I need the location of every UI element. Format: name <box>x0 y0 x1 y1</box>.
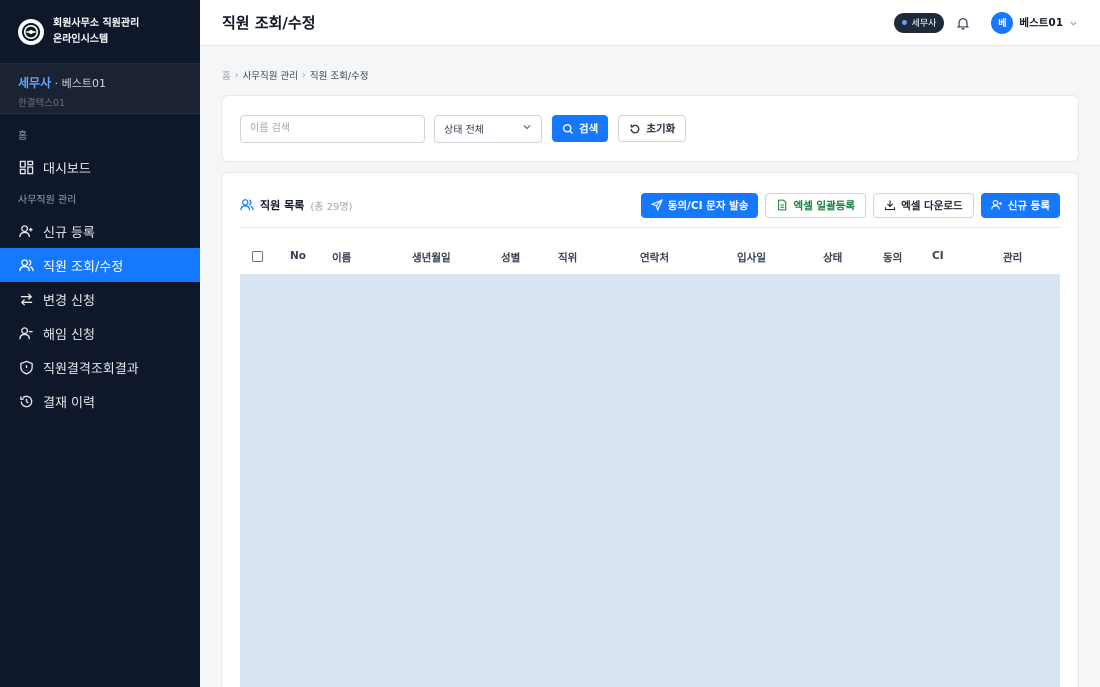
breadcrumb-current: 직원 조회/수정 <box>309 71 369 82</box>
sidebar-item-label: 해임 신청 <box>43 327 95 343</box>
sidebar-item-label: 대시보드 <box>43 161 91 177</box>
sidebar-item-dashboard[interactable]: 대시보드 <box>0 150 200 184</box>
excel-bulk-register-label: 엑셀 일괄등록 <box>793 199 856 212</box>
file-spreadsheet-icon <box>776 199 788 211</box>
nav-section-home: 홈 <box>18 131 28 142</box>
list-actions: 동의/CI 문자 발송 엑셀 일괄등록 엑셀 다운로드 신규 등록 <box>634 192 1060 218</box>
download-icon <box>884 199 896 211</box>
sidebar-item-approval-history[interactable]: 결재 이력 <box>0 384 200 418</box>
sidebar-item-disqualification-result[interactable]: 직원결격조회결과 <box>0 350 200 384</box>
user-minus-icon <box>18 325 34 341</box>
breadcrumb: 홈 › 사무직원 관리 › 직원 조회/수정 <box>222 68 369 83</box>
search-icon <box>562 123 574 135</box>
user-name: 베스트01 <box>61 77 106 90</box>
shield-icon <box>18 359 34 375</box>
divider <box>240 227 1060 228</box>
sidebar-item-label: 직원결격조회결과 <box>43 361 139 377</box>
send-consent-sms-label: 동의/CI 문자 발송 <box>667 199 749 212</box>
select-all-checkbox[interactable] <box>252 251 263 262</box>
status-select-value: 상태 전체 <box>444 125 484 136</box>
name-search-input[interactable] <box>240 114 425 143</box>
bell-icon[interactable] <box>955 15 971 31</box>
column-header-status[interactable]: 상태 <box>823 250 842 265</box>
sidebar-item-label: 변경 신청 <box>43 293 95 309</box>
excel-download-label: 엑셀 다운로드 <box>901 199 963 212</box>
list-header: 직원 목록 (총 29명) 동의/CI 문자 발송 엑셀 일괄등록 엑셀 다운로… <box>240 192 1060 218</box>
sidebar-item-label: 직원 조회/수정 <box>43 259 124 275</box>
new-register-button[interactable]: 신규 등록 <box>980 192 1060 218</box>
search-button[interactable]: 검색 <box>552 115 609 142</box>
chevron-down-icon <box>522 122 532 135</box>
sidebar-item-label: 결재 이력 <box>43 395 95 411</box>
refresh-icon <box>629 123 641 135</box>
profile-name: 베스트01 <box>1019 17 1063 29</box>
sidebar: 회원사무소 직원관리 온라인시스템 세무사 · 베스트01 한결택스01 홈 대… <box>0 0 200 687</box>
page-title: 직원 조회/수정 <box>222 14 316 32</box>
role-badge-label: 세무사 <box>911 19 937 29</box>
reset-button[interactable]: 초기화 <box>618 115 687 142</box>
user-plus-icon <box>990 199 1003 211</box>
list-title: 직원 목록 (총 29명) <box>240 197 352 213</box>
user-separator: · <box>54 77 59 90</box>
reset-button-label: 초기화 <box>646 123 676 135</box>
breadcrumb-section[interactable]: 사무직원 관리 <box>243 68 298 82</box>
column-header-contact[interactable]: 연락처 <box>640 250 669 265</box>
search-button-label: 검색 <box>579 123 599 135</box>
top-header: 직원 조회/수정 세무사 베 베스트01 <box>200 0 1100 46</box>
sidebar-item-change-request[interactable]: 변경 신청 <box>0 282 200 316</box>
column-header-manage: 관리 <box>1003 252 1023 264</box>
column-header-gender[interactable]: 성별 <box>501 250 520 265</box>
sidebar-item-dismiss-request[interactable]: 해임 신청 <box>0 316 200 350</box>
column-header-position[interactable]: 직위 <box>558 250 577 265</box>
brand-line2: 온라인시스템 <box>53 33 109 45</box>
column-header-no[interactable]: No <box>290 250 306 262</box>
column-header-birthdate[interactable]: 생년월일 <box>412 250 451 265</box>
avatar: 베 <box>991 11 1014 34</box>
staff-list-panel: 직원 목록 (총 29명) 동의/CI 문자 발송 엑셀 일괄등록 엑셀 다운로… <box>221 172 1079 687</box>
send-icon <box>650 199 663 211</box>
excel-download-button[interactable]: 엑셀 다운로드 <box>873 192 974 218</box>
brand-line1: 회원사무소 직원관리 <box>53 17 140 29</box>
user-role: 세무사 <box>18 76 52 90</box>
status-dot <box>901 20 907 25</box>
breadcrumb-home[interactable]: 홈 <box>222 68 231 82</box>
column-header-ci[interactable]: CI <box>932 250 944 262</box>
sidebar-item-staff-search[interactable]: 직원 조회/수정 <box>0 248 200 282</box>
user-office: 한결택스01 <box>18 98 66 109</box>
table-body-loading <box>240 274 1060 687</box>
users-icon <box>18 257 34 273</box>
sidebar-item-new-register[interactable]: 신규 등록 <box>0 214 200 248</box>
excel-bulk-register-button[interactable]: 엑셀 일괄등록 <box>765 192 867 218</box>
breadcrumb-separator-icon: › <box>302 69 306 81</box>
status-select[interactable]: 상태 전체 <box>434 114 542 143</box>
column-header-consent[interactable]: 동의 <box>883 250 902 265</box>
dashboard-icon <box>18 159 34 175</box>
users-icon <box>240 198 254 212</box>
history-icon <box>18 393 34 409</box>
profile-menu[interactable]: 베 베스트01 <box>991 11 1078 34</box>
brand-logo <box>18 18 44 45</box>
user-plus-icon <box>18 223 34 239</box>
search-panel: 상태 전체 검색 초기화 <box>221 95 1079 162</box>
column-header-join-date[interactable]: 입사일 <box>737 250 766 265</box>
table-header: No 이름 생년월일 성별 직위 연락처 입사일 상태 동의 CI 관리 <box>240 241 1060 273</box>
user-info: 세무사 · 베스트01 한결택스01 <box>0 64 200 114</box>
send-consent-sms-button[interactable]: 동의/CI 문자 발송 <box>640 192 759 218</box>
list-title-label: 직원 목록 <box>260 199 305 212</box>
chevron-down-icon <box>1069 13 1078 32</box>
nav-section-staff: 사무직원 관리 <box>18 195 77 206</box>
column-header-name[interactable]: 이름 <box>332 250 351 265</box>
sidebar-item-label: 신규 등록 <box>43 225 95 241</box>
role-badge: 세무사 <box>893 12 945 33</box>
brand: 회원사무소 직원관리 온라인시스템 <box>0 0 200 64</box>
swap-icon <box>18 291 34 307</box>
breadcrumb-separator-icon: › <box>234 69 239 81</box>
list-count: (총 29명) <box>310 201 353 213</box>
new-register-label: 신규 등록 <box>1007 199 1050 212</box>
